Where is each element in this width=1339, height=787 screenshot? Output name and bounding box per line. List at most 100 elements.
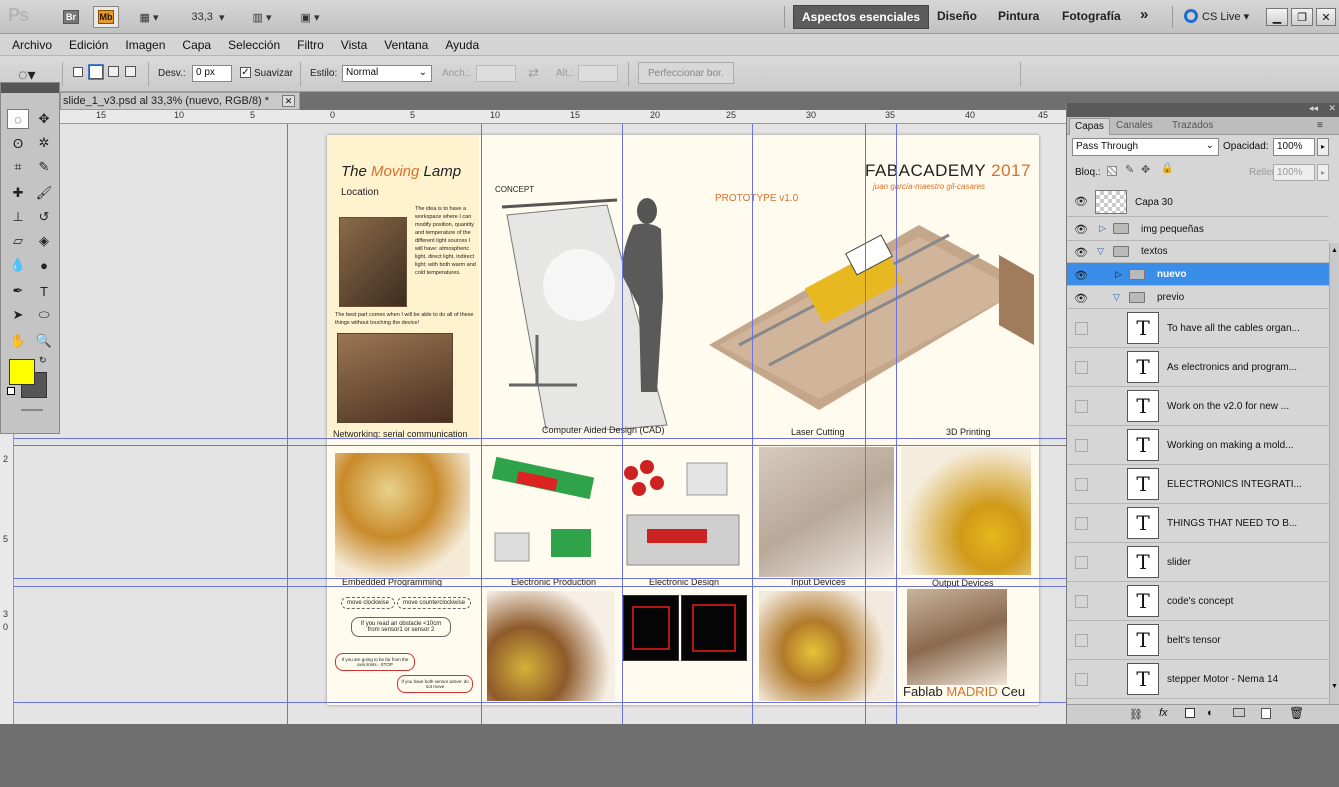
clone-stamp-tool[interactable]: ⊥ [7,207,29,227]
collapse-group-icon[interactable]: ▽ [1097,246,1104,257]
panel-menu-icon[interactable]: ≡ [1312,118,1328,135]
restore-button[interactable]: ❐ [1291,8,1313,26]
close-document-button[interactable]: ✕ [282,95,295,107]
visibility-toggle[interactable] [1075,517,1088,530]
dodge-tool[interactable]: ● [33,255,55,275]
horizontal-ruler[interactable]: 15 10 5 0 5 10 15 20 25 30 35 40 45 [60,110,1066,124]
menu-seleccion[interactable]: Selección [228,38,280,52]
elliptical-marquee-preset-icon[interactable]: ◌▾ [18,65,44,84]
layer-row-text[interactable]: T Work on the v2.0 for new ... [1067,387,1329,426]
crop-tool[interactable]: ⌗ [7,157,29,177]
fill-input[interactable]: 100% [1273,164,1315,181]
guide-line[interactable] [14,586,1066,587]
opacity-input[interactable]: 100% [1273,138,1315,156]
blend-mode-select[interactable]: Pass Through ⌄ [1072,138,1219,156]
guide-line[interactable] [622,124,623,724]
collapse-group-icon[interactable]: ▽ [1113,292,1120,303]
workspace-painting[interactable]: Pintura [998,9,1039,23]
adjustment-layer-icon[interactable]: ◐ [1207,707,1214,719]
menu-filtro[interactable]: Filtro [297,38,324,52]
more-workspaces-button[interactable]: » [1140,6,1148,23]
layer-row-capa-30[interactable]: 👁 Capa 30 [1067,187,1329,217]
expand-icon[interactable]: ▷ [1099,223,1106,234]
layer-row-img-pequenas[interactable]: 👁 ▷ img pequeñas [1067,217,1329,241]
tab-canales[interactable]: Canales [1111,118,1158,135]
healing-brush-tool[interactable]: ✚ [7,183,29,203]
scroll-down-icon[interactable]: ▼ [1331,683,1339,695]
intersect-selection-icon[interactable] [125,66,136,77]
quick-mask-icon[interactable] [21,409,43,411]
new-layer-icon[interactable] [1261,708,1271,719]
blur-tool[interactable]: 💧 [7,255,29,275]
workspace-photography[interactable]: Fotografía [1062,9,1121,23]
zoom-tool[interactable]: 🔍 [33,331,55,351]
eraser-tool[interactable]: ▱ [7,231,29,251]
visibility-toggle[interactable] [1075,439,1088,452]
zoom-level-dropdown[interactable]: 33,3 ▾ [186,6,230,28]
height-input[interactable] [578,65,618,82]
paint-bucket-tool[interactable]: ◈ [33,231,55,251]
fill-slider-button[interactable]: ▸ [1317,164,1329,181]
close-window-button[interactable]: ✕ [1316,8,1336,26]
visibility-toggle[interactable] [1075,673,1088,686]
history-brush-tool[interactable]: ↺ [33,207,55,227]
guide-line[interactable] [14,438,1066,439]
cs-live-button[interactable]: CS Live ▾ [1202,10,1249,23]
layer-row-textos[interactable]: 👁 ▽ textos [1067,241,1329,263]
menu-vista[interactable]: Vista [341,38,367,52]
visibility-toggle[interactable] [1075,634,1088,647]
guide-line[interactable] [14,702,1066,703]
layer-row-text[interactable]: T belt's tensor [1067,621,1329,660]
menu-ayuda[interactable]: Ayuda [445,38,479,52]
elliptical-marquee-tool[interactable]: ◌ [7,109,29,129]
visibility-toggle[interactable] [1075,400,1088,413]
layer-row-text[interactable]: T THINGS THAT NEED TO B... [1067,504,1329,543]
subtract-selection-icon[interactable] [108,66,119,77]
eye-icon[interactable]: 👁 [1074,292,1088,305]
hand-tool[interactable]: ✋ [7,331,29,351]
guide-line[interactable] [481,124,482,724]
layers-scrollbar[interactable]: ▲ ▼ [1329,243,1339,704]
close-icon[interactable]: ✕ [1328,103,1336,114]
swap-colors-icon[interactable]: ↻ [39,355,47,366]
layer-row-text[interactable]: T stepper Motor - Nema 14 [1067,660,1329,699]
eyedropper-tool[interactable]: ✎ [33,157,55,177]
visibility-toggle[interactable] [1075,556,1088,569]
eye-icon[interactable]: 👁 [1074,195,1088,208]
new-group-icon[interactable] [1233,708,1245,717]
collapse-icon[interactable]: ◂◂ [1309,103,1318,114]
lock-transparency-icon[interactable] [1107,166,1117,176]
width-input[interactable] [476,65,516,82]
guide-line[interactable] [752,124,753,724]
new-selection-icon[interactable] [73,67,83,77]
style-select[interactable]: Normal ⌄ [342,65,432,82]
guide-line[interactable] [896,124,897,724]
menu-archivo[interactable]: Archivo [12,38,52,52]
layer-row-text[interactable]: T ELECTRONICS INTEGRATI... [1067,465,1329,504]
scroll-up-icon[interactable]: ▲ [1331,247,1339,259]
trash-icon[interactable]: 🗑 [1289,706,1304,720]
eye-icon[interactable]: 👁 [1074,269,1088,282]
layer-row-text[interactable]: T As electronics and program... [1067,348,1329,387]
feather-input[interactable]: 0 px [192,65,232,82]
eye-icon[interactable]: 👁 [1074,246,1088,259]
bridge-button[interactable]: Br [60,6,82,28]
guide-line[interactable] [14,445,1066,446]
arrange-documents-button[interactable]: ▥ ▾ [244,6,280,28]
move-tool[interactable]: ✥ [33,109,55,129]
mini-bridge-button[interactable]: Mb [93,6,119,28]
path-selection-tool[interactable]: ➤ [7,305,29,325]
layer-row-text[interactable]: T Working on making a mold... [1067,426,1329,465]
link-layers-icon[interactable]: ⛓ [1129,708,1143,721]
menu-ventana[interactable]: Ventana [384,38,428,52]
guide-line[interactable] [14,578,1066,579]
type-tool[interactable]: T [33,281,55,301]
guide-line[interactable] [865,124,866,724]
menu-imagen[interactable]: Imagen [125,38,165,52]
layers-panel-header[interactable]: ◂◂ ✕ [1067,103,1339,117]
lock-pixels-icon[interactable]: ✎ [1125,163,1134,176]
opacity-slider-button[interactable]: ▸ [1317,138,1329,156]
workspace-design[interactable]: Diseño [937,9,977,23]
default-colors-icon[interactable] [7,387,15,395]
visibility-toggle[interactable] [1075,361,1088,374]
